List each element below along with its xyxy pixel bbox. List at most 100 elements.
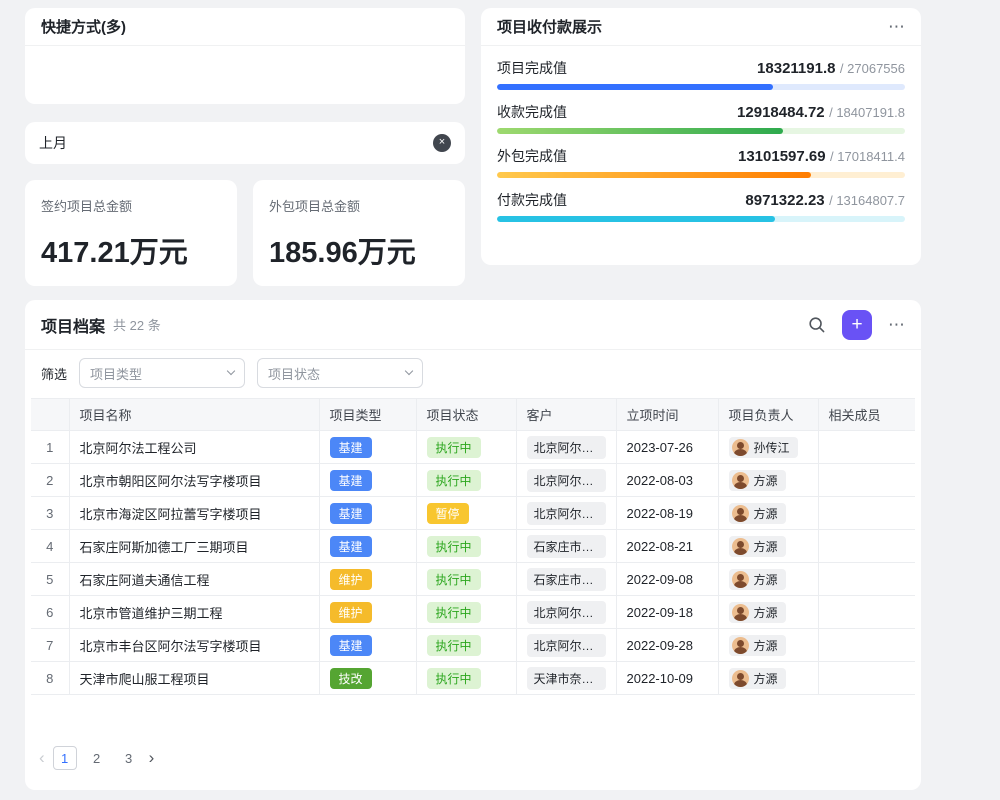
table-row[interactable]: 4 石家庄阿斯加德工厂三期项目 基建 执行中 石家庄市A县… 2022-08-2… xyxy=(31,530,915,563)
project-name: 北京市丰台区阿尔法写字楼项目 xyxy=(69,629,319,662)
table-row[interactable]: 8 天津市爬山服工程项目 技改 执行中 天津市奈文… 2022-10-09 方源 xyxy=(31,662,915,695)
start-date: 2022-08-21 xyxy=(616,530,718,563)
table-row[interactable]: 5 石家庄阿道夫通信工程 维护 执行中 石家庄市A县 2022-09-08 方源 xyxy=(31,563,915,596)
row-index: 2 xyxy=(31,464,69,497)
table-row[interactable]: 6 北京市管道维护三期工程 维护 执行中 北京阿尔法… 2022-09-18 方… xyxy=(31,596,915,629)
owner-tag: 方源 xyxy=(729,503,786,524)
progress-track xyxy=(497,84,905,90)
start-date: 2022-10-09 xyxy=(616,662,718,695)
project-name: 天津市爬山服工程项目 xyxy=(69,662,319,695)
avatar xyxy=(732,505,749,522)
stat-value: 417.21万元 xyxy=(41,229,221,271)
project-name: 石家庄阿道夫通信工程 xyxy=(69,563,319,596)
col-project-name: 项目名称 xyxy=(69,399,319,431)
time-filter-value: 上月 xyxy=(39,133,67,153)
members-cell xyxy=(818,431,915,464)
more-menu-icon[interactable]: ⋯ xyxy=(888,316,905,333)
progress-track xyxy=(497,172,905,178)
members-cell xyxy=(818,563,915,596)
avatar xyxy=(732,571,749,588)
metric-label: 外包完成值 xyxy=(497,146,567,166)
progress-fill xyxy=(497,128,783,134)
col-project-status: 项目状态 xyxy=(416,399,516,431)
progress-fill xyxy=(497,84,773,90)
archive-header: 项目档案 共 22 条 + ⋯ xyxy=(25,300,921,350)
row-index: 6 xyxy=(31,596,69,629)
owner-tag: 方源 xyxy=(729,470,786,491)
add-record-button[interactable]: + xyxy=(842,310,872,340)
time-filter-card[interactable]: 上月 × xyxy=(25,122,465,164)
chevron-down-icon xyxy=(227,367,235,375)
project-status-select[interactable]: 项目状态 xyxy=(257,358,423,388)
owner-name: 方源 xyxy=(754,538,778,555)
metric-total: / 27067556 xyxy=(840,61,905,76)
search-icon[interactable] xyxy=(808,316,826,334)
status-tag: 执行中 xyxy=(427,668,481,689)
stat-label: 签约项目总金额 xyxy=(41,196,221,215)
record-count: 共 22 条 xyxy=(113,315,161,334)
type-tag: 基建 xyxy=(330,470,372,491)
status-tag: 执行中 xyxy=(427,602,481,623)
progress-track xyxy=(497,128,905,134)
status-tag: 暂停 xyxy=(427,503,469,524)
start-date: 2022-09-08 xyxy=(616,563,718,596)
col-project-type: 项目类型 xyxy=(319,399,416,431)
members-cell xyxy=(818,629,915,662)
shortcuts-body xyxy=(25,46,465,102)
payments-header: 项目收付款展示 ⋯ xyxy=(481,8,921,46)
more-menu-icon[interactable]: ⋯ xyxy=(888,18,905,35)
row-index: 3 xyxy=(31,497,69,530)
start-date: 2022-08-19 xyxy=(616,497,718,530)
type-tag: 基建 xyxy=(330,503,372,524)
avatar xyxy=(732,472,749,489)
start-date: 2022-09-28 xyxy=(616,629,718,662)
metric-value: 18321191.8 xyxy=(757,60,835,77)
avatar xyxy=(732,538,749,555)
archive-title: 项目档案 xyxy=(41,313,105,337)
table-header-row: 项目名称 项目类型 项目状态 客户 立项时间 项目负责人 相关成员 xyxy=(31,399,915,431)
customer-tag: 北京阿尔法… xyxy=(527,469,606,492)
row-index: 8 xyxy=(31,662,69,695)
project-name: 北京阿尔法工程公司 xyxy=(69,431,319,464)
table-row[interactable]: 7 北京市丰台区阿尔法写字楼项目 基建 执行中 北京阿尔法… 2022-09-2… xyxy=(31,629,915,662)
type-tag: 基建 xyxy=(330,536,372,557)
clear-filter-icon[interactable]: × xyxy=(433,134,451,152)
project-type-select[interactable]: 项目类型 xyxy=(79,358,245,388)
projects-table: 项目名称 项目类型 项目状态 客户 立项时间 项目负责人 相关成员 1 北京阿尔… xyxy=(31,398,915,695)
metric-total: / 18407191.8 xyxy=(829,105,905,120)
col-owner: 项目负责人 xyxy=(718,399,818,431)
table-row[interactable]: 1 北京阿尔法工程公司 基建 执行中 北京阿尔法… 2023-07-26 孙传江 xyxy=(31,431,915,464)
owner-name: 方源 xyxy=(754,505,778,522)
row-index: 4 xyxy=(31,530,69,563)
type-tag: 技改 xyxy=(330,668,372,689)
progress-fill xyxy=(497,216,775,222)
page-button-1[interactable]: 1 xyxy=(53,746,77,770)
col-start-date: 立项时间 xyxy=(616,399,718,431)
avatar xyxy=(732,637,749,654)
customer-tag: 北京阿尔法… xyxy=(527,502,606,525)
metric-label: 收款完成值 xyxy=(497,102,567,122)
owner-name: 方源 xyxy=(754,637,778,654)
prev-page-icon[interactable]: ‹ xyxy=(39,748,45,768)
metric-total: / 17018411.4 xyxy=(830,149,905,164)
status-tag: 执行中 xyxy=(427,470,481,491)
project-name: 北京市海淀区阿拉蕾写字楼项目 xyxy=(69,497,319,530)
page-button-2[interactable]: 2 xyxy=(85,746,109,770)
progress-track xyxy=(497,216,905,222)
type-tag: 维护 xyxy=(330,569,372,590)
status-tag: 执行中 xyxy=(427,569,481,590)
table-row[interactable]: 3 北京市海淀区阿拉蕾写字楼项目 基建 暂停 北京阿尔法… 2022-08-19… xyxy=(31,497,915,530)
stat-card-signed-total: 签约项目总金额 417.21万元 xyxy=(25,180,237,286)
members-cell xyxy=(818,464,915,497)
page-button-3[interactable]: 3 xyxy=(117,746,141,770)
progress-fill xyxy=(497,172,811,178)
project-archive-card: 项目档案 共 22 条 + ⋯ 筛选 项目类型 项目状态 项目名称 xyxy=(25,300,921,790)
stat-label: 外包项目总金额 xyxy=(269,196,449,215)
filter-label: 筛选 xyxy=(41,364,67,383)
avatar xyxy=(732,670,749,687)
status-tag: 执行中 xyxy=(427,635,481,656)
next-page-icon[interactable]: › xyxy=(149,748,155,768)
table-row[interactable]: 2 北京市朝阳区阿尔法写字楼项目 基建 执行中 北京阿尔法… 2022-08-0… xyxy=(31,464,915,497)
customer-tag: 北京阿尔法… xyxy=(527,601,606,624)
customer-tag: 天津市奈文… xyxy=(527,667,606,690)
